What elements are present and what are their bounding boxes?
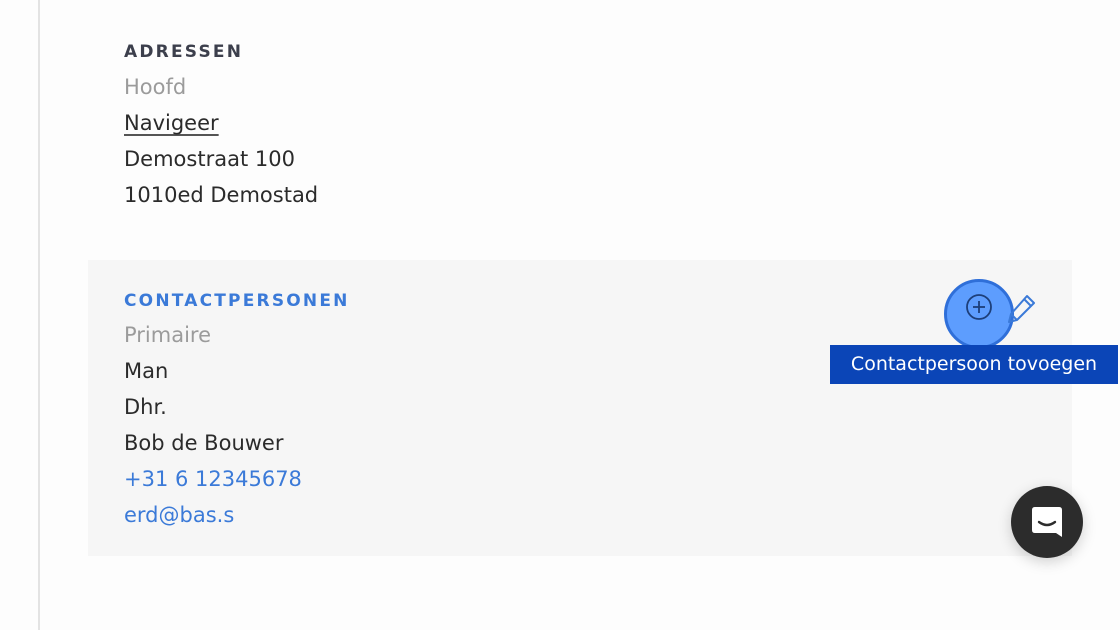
contact-phone-link[interactable]: +31 6 12345678 [124,461,350,497]
page: ADRESSEN Hoofd Navigeer Demostraat 100 1… [0,0,1120,630]
address-type-label: Hoofd [124,75,187,99]
addresses-section: ADRESSEN Hoofd Navigeer Demostraat 100 1… [124,42,318,213]
left-divider [38,0,40,630]
chat-bubble-icon [1032,507,1062,537]
contacts-panel: CONTACTPERSONEN Primaire Man Dhr. Bob de… [88,260,1072,556]
chat-launcher-button[interactable] [1011,486,1083,558]
addresses-heading: ADRESSEN [124,42,244,62]
plus-circle-icon[interactable] [964,292,994,322]
add-contact-tooltip: Contactpersoon tovoegen [830,345,1118,384]
navigate-link[interactable]: Navigeer [124,111,219,135]
address-postal-city: 1010ed Demostad [124,183,319,207]
contact-email-link[interactable]: erd@bas.s [124,497,350,533]
contact-name: Bob de Bouwer [124,431,284,455]
contact-type-label: Primaire [124,323,212,347]
address-street: Demostraat 100 [124,147,295,171]
pencil-icon[interactable] [1003,291,1039,327]
contact-salutation: Dhr. [124,395,167,419]
contacts-heading: CONTACTPERSONEN [124,291,350,311]
contact-gender: Man [124,359,169,383]
contacts-section: CONTACTPERSONEN Primaire Man Dhr. Bob de… [124,291,350,533]
